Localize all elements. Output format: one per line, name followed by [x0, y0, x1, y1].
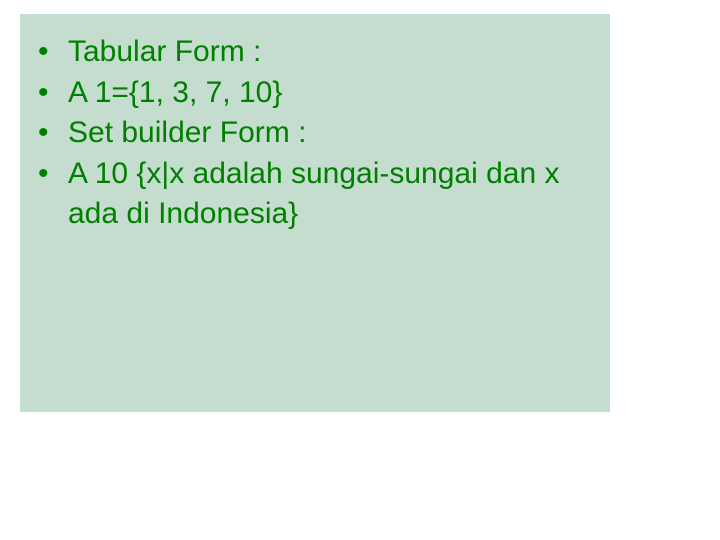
list-item-text: Tabular Form : [68, 32, 600, 73]
list-item: • A 1={1, 3, 7, 10} [38, 73, 600, 114]
list-item-text: A 1={1, 3, 7, 10} [68, 73, 600, 114]
bullet-icon: • [38, 32, 68, 73]
bullet-icon: • [38, 73, 68, 114]
slide-content-box: • Tabular Form : • A 1={1, 3, 7, 10} • S… [20, 14, 610, 412]
bullet-list: • Tabular Form : • A 1={1, 3, 7, 10} • S… [20, 14, 610, 245]
list-item-text: Set builder Form : [68, 113, 600, 154]
list-item-text: A 10 {x|x adalah sungai-sungai dan x ada… [68, 154, 600, 235]
list-item: • Tabular Form : [38, 32, 600, 73]
bullet-icon: • [38, 113, 68, 154]
list-item: • Set builder Form : [38, 113, 600, 154]
bullet-icon: • [38, 154, 68, 195]
list-item: • A 10 {x|x adalah sungai-sungai dan x a… [38, 154, 600, 235]
